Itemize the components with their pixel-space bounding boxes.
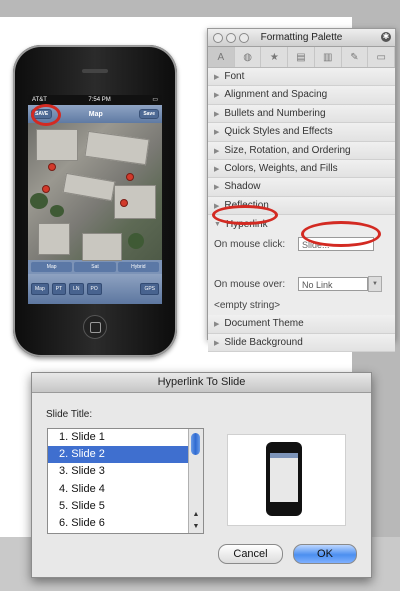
highlight-circle bbox=[212, 205, 278, 225]
list-item[interactable]: 6. Slide 6 bbox=[48, 515, 203, 532]
mouse-over-label: On mouse over: bbox=[214, 278, 286, 290]
section-alignment[interactable]: ▶ Alignment and Spacing bbox=[208, 86, 395, 105]
segment-map: Map bbox=[31, 262, 73, 272]
toolbar-po: PO bbox=[86, 283, 102, 295]
mouse-click-label: On mouse click: bbox=[214, 238, 286, 250]
text-icon[interactable]: A bbox=[208, 47, 235, 67]
map-pin bbox=[48, 163, 56, 171]
toolbar-spacer bbox=[105, 287, 138, 291]
iphone-image: AT&T 7:54 PM ▭ SAVE Map Save Map Sat Hyb… bbox=[13, 45, 177, 357]
list-item[interactable]: 5. Slide 5 bbox=[48, 498, 203, 515]
list-item[interactable]: 4. Slide 4 bbox=[48, 481, 203, 498]
palette-title: Formatting Palette bbox=[260, 32, 343, 43]
aerial-map bbox=[28, 123, 162, 261]
disclosure-icon: ▶ bbox=[214, 92, 220, 100]
slide-preview bbox=[227, 434, 346, 526]
formatting-palette: Formatting Palette ✱ A ◍ ★ ▤ ▥ ✎ ▭ ▶ Font… bbox=[207, 28, 396, 352]
section-font[interactable]: ▶ Font bbox=[208, 68, 395, 87]
segment-sat: Sat bbox=[74, 262, 116, 272]
scrollbar[interactable]: ▲ ▼ bbox=[188, 429, 203, 533]
mouse-over-row: On mouse over: No Link ▼ bbox=[214, 273, 389, 295]
highlight-circle bbox=[31, 104, 61, 126]
tools-icon[interactable]: ✎ bbox=[342, 47, 369, 67]
disclosure-icon: ▶ bbox=[214, 321, 220, 329]
gear-icon[interactable]: ✱ bbox=[381, 32, 391, 42]
tree bbox=[30, 193, 48, 209]
palette-titlebar: Formatting Palette ✱ bbox=[208, 29, 395, 47]
toolbar-gps: GPS bbox=[140, 283, 159, 295]
window-controls bbox=[213, 33, 249, 43]
list-item[interactable]: 1. Slide 1 bbox=[48, 429, 203, 446]
toolbar-ln: LN bbox=[69, 283, 84, 295]
tree bbox=[50, 205, 64, 217]
disclosure-icon: ▶ bbox=[214, 184, 220, 192]
slide-list[interactable]: 1. Slide 1 2. Slide 2 3. Slide 3 4. Slid… bbox=[47, 428, 204, 534]
list-item[interactable]: 3. Slide 3 bbox=[48, 463, 203, 480]
nav-title: Map bbox=[88, 110, 103, 118]
section-slide-background[interactable]: ▶ Slide Background bbox=[208, 333, 395, 352]
scroll-thumb[interactable] bbox=[191, 433, 200, 455]
building bbox=[38, 223, 70, 255]
palette-toolbar: A ◍ ★ ▤ ▥ ✎ ▭ bbox=[208, 47, 396, 68]
dialog-title: Hyperlink To Slide bbox=[32, 373, 371, 393]
hyperlink-to-slide-dialog: Hyperlink To Slide Slide Title: 1. Slide… bbox=[31, 372, 372, 578]
highlight-circle bbox=[301, 221, 381, 247]
building bbox=[36, 129, 78, 161]
building bbox=[84, 130, 150, 166]
section-colors[interactable]: ▶ Colors, Weights, and Fills bbox=[208, 159, 395, 179]
scroll-down-icon[interactable]: ▼ bbox=[189, 521, 203, 533]
section-document-theme[interactable]: ▶ Document Theme bbox=[208, 315, 395, 334]
disclosure-icon: ▶ bbox=[214, 165, 220, 173]
picture-icon[interactable]: ▤ bbox=[288, 47, 315, 67]
phone-screen: AT&T 7:54 PM ▭ SAVE Map Save Map Sat Hyb… bbox=[28, 95, 162, 304]
map-type-segments: Map Sat Hybrid bbox=[28, 260, 162, 274]
minimize-icon[interactable] bbox=[226, 33, 236, 43]
disclosure-icon: ▶ bbox=[214, 129, 220, 137]
section-quick-styles[interactable]: ▶ Quick Styles and Effects bbox=[208, 123, 395, 142]
nav-right-button: Save bbox=[139, 109, 159, 119]
toolbar-map: Map bbox=[31, 283, 49, 295]
map-pin bbox=[120, 199, 128, 207]
section-bullets[interactable]: ▶ Bullets and Numbering bbox=[208, 104, 395, 124]
close-icon[interactable] bbox=[213, 33, 223, 43]
disclosure-icon: ▶ bbox=[214, 110, 220, 118]
shapes-icon[interactable]: ◍ bbox=[235, 47, 262, 67]
disclosure-icon: ▶ bbox=[214, 74, 220, 81]
segment-hybrid: Hybrid bbox=[117, 262, 159, 272]
zoom-icon[interactable] bbox=[239, 33, 249, 43]
phone-toolbar: Map PT LN PO GPS bbox=[28, 274, 162, 304]
disclosure-icon: ▶ bbox=[214, 339, 220, 347]
mouse-over-select[interactable]: No Link bbox=[298, 277, 368, 292]
dropdown-arrow-icon[interactable]: ▼ bbox=[368, 276, 382, 293]
chart-icon[interactable]: ▥ bbox=[315, 47, 342, 67]
ok-button[interactable]: OK bbox=[293, 544, 357, 564]
disclosure-icon: ▶ bbox=[214, 147, 220, 155]
toolbar-pt: PT bbox=[51, 283, 67, 295]
building bbox=[62, 172, 116, 202]
cancel-button[interactable]: Cancel bbox=[218, 544, 283, 564]
preview-phone-image bbox=[266, 442, 302, 516]
section-shadow[interactable]: ▶ Shadow bbox=[208, 178, 395, 197]
map-pin bbox=[126, 173, 134, 181]
home-button bbox=[83, 315, 107, 339]
slide-title-label: Slide Title: bbox=[46, 409, 93, 420]
clock: 7:54 PM bbox=[88, 97, 111, 103]
star-icon[interactable]: ★ bbox=[261, 47, 289, 67]
scroll-up-icon[interactable]: ▲ bbox=[189, 509, 203, 521]
building bbox=[82, 233, 122, 261]
section-size-rotation[interactable]: ▶ Size, Rotation, and Ordering bbox=[208, 141, 395, 160]
tree bbox=[128, 233, 144, 249]
speaker bbox=[82, 69, 108, 73]
toolbox-icon[interactable]: ▭ bbox=[368, 47, 396, 67]
map-pin bbox=[42, 185, 50, 193]
list-item-selected[interactable]: 2. Slide 2 bbox=[48, 446, 203, 464]
empty-string: <empty string> bbox=[214, 299, 281, 311]
battery-icon: ▭ bbox=[152, 97, 158, 103]
